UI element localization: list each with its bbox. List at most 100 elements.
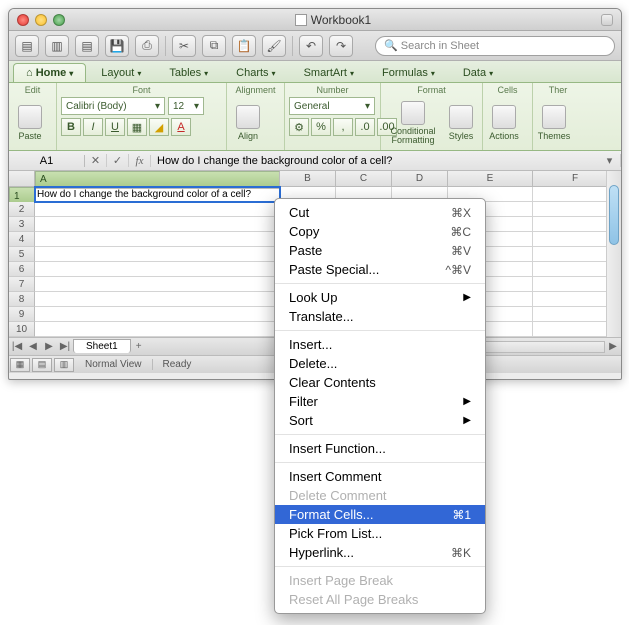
themes-button[interactable]: Themes xyxy=(537,100,571,146)
fx-button[interactable]: fx xyxy=(129,155,151,167)
open-recent-button[interactable]: ▤ xyxy=(75,35,99,57)
styles-button[interactable]: Styles xyxy=(444,100,478,146)
increase-decimal-button[interactable]: .0 xyxy=(355,118,375,136)
first-sheet-button[interactable]: |◀ xyxy=(9,341,25,352)
scrollbar-thumb[interactable] xyxy=(609,185,619,245)
cancel-formula-button[interactable]: ✕ xyxy=(85,154,107,167)
copy-button[interactable]: ⧉ xyxy=(202,35,226,57)
print-button[interactable]: ⎙ xyxy=(135,35,159,57)
menu-item-format-cells[interactable]: Format Cells...⌘1 xyxy=(275,505,485,524)
row-header[interactable]: 6 xyxy=(9,262,35,277)
last-sheet-button[interactable]: ▶| xyxy=(57,341,73,352)
cut-button[interactable]: ✂ xyxy=(172,35,196,57)
ribbon-tab-charts[interactable]: Charts▾ xyxy=(223,63,288,82)
bold-button[interactable]: B xyxy=(61,118,81,136)
currency-button[interactable]: ⚙ xyxy=(289,118,309,136)
menu-item-delete[interactable]: Delete... xyxy=(275,354,485,373)
cell[interactable]: How do I change the background color of … xyxy=(35,187,280,202)
new-button[interactable]: ▤ xyxy=(15,35,39,57)
conditional-formatting-button[interactable]: Conditional Formatting xyxy=(385,100,441,146)
search-input[interactable]: 🔍 Search in Sheet xyxy=(375,36,615,56)
row-header[interactable]: 5 xyxy=(9,247,35,262)
add-sheet-button[interactable]: + xyxy=(131,341,147,352)
actions-button[interactable]: Actions xyxy=(487,100,521,146)
menu-item-pick-from-list[interactable]: Pick From List... xyxy=(275,524,485,543)
cell[interactable] xyxy=(35,232,280,247)
border-button[interactable]: ▦ xyxy=(127,118,147,136)
expand-formula-button[interactable]: ▾ xyxy=(599,154,621,167)
ribbon-tab-formulas[interactable]: Formulas▾ xyxy=(369,63,448,82)
column-header[interactable]: D xyxy=(392,171,448,187)
select-all-corner[interactable] xyxy=(9,171,35,187)
row-header[interactable]: 4 xyxy=(9,232,35,247)
paste-big-button[interactable]: Paste xyxy=(13,100,47,146)
menu-item-paste-special[interactable]: Paste Special...^⌘V xyxy=(275,260,485,279)
fill-color-button[interactable]: ◢ xyxy=(149,118,169,136)
toolbar-toggle-button[interactable] xyxy=(601,14,613,26)
comma-button[interactable]: , xyxy=(333,118,353,136)
menu-item-clear-contents[interactable]: Clear Contents xyxy=(275,373,485,392)
cell[interactable] xyxy=(35,277,280,292)
font-size-select[interactable]: 12▾ xyxy=(168,97,204,115)
minimize-window-button[interactable] xyxy=(35,14,47,26)
prev-sheet-button[interactable]: ◀ xyxy=(25,341,41,352)
cell[interactable] xyxy=(35,307,280,322)
open-button[interactable]: ▥ xyxy=(45,35,69,57)
column-header[interactable]: C xyxy=(336,171,392,187)
cell[interactable] xyxy=(35,322,280,337)
menu-item-insert-function[interactable]: Insert Function... xyxy=(275,439,485,458)
column-header[interactable]: E xyxy=(448,171,533,187)
menu-item-cut[interactable]: Cut⌘X xyxy=(275,203,485,222)
next-sheet-button[interactable]: ▶ xyxy=(41,341,57,352)
zoom-window-button[interactable] xyxy=(53,14,65,26)
percent-button[interactable]: % xyxy=(311,118,331,136)
menu-item-sort[interactable]: Sort▶ xyxy=(275,411,485,430)
horizontal-scrollbar[interactable] xyxy=(485,341,605,353)
paste-button[interactable]: 📋 xyxy=(232,35,256,57)
cell[interactable] xyxy=(35,217,280,232)
italic-button[interactable]: I xyxy=(83,118,103,136)
formula-input[interactable]: How do I change the background color of … xyxy=(151,155,599,167)
ribbon-tab-data[interactable]: Data▾ xyxy=(450,63,506,82)
sheet-tab[interactable]: Sheet1 xyxy=(73,339,131,353)
menu-item-insert[interactable]: Insert... xyxy=(275,335,485,354)
row-header[interactable]: 9 xyxy=(9,307,35,322)
hscroll-right[interactable]: ▶ xyxy=(605,341,621,352)
ribbon-tab-tables[interactable]: Tables▾ xyxy=(156,63,221,82)
cell[interactable] xyxy=(35,247,280,262)
name-box[interactable]: A1 xyxy=(9,155,85,167)
align-button[interactable]: Align xyxy=(231,100,265,146)
accept-formula-button[interactable]: ✓ xyxy=(107,154,129,167)
save-button[interactable]: 💾 xyxy=(105,35,129,57)
menu-item-look-up[interactable]: Look Up▶ xyxy=(275,288,485,307)
cell[interactable] xyxy=(35,292,280,307)
ribbon-tab-layout[interactable]: Layout▾ xyxy=(88,63,154,82)
ribbon-tab-home[interactable]: ⌂ Home▾ xyxy=(13,63,86,82)
number-format-select[interactable]: General▾ xyxy=(289,97,375,115)
font-color-button[interactable]: A xyxy=(171,118,191,136)
normal-view-button[interactable]: ▦ xyxy=(10,358,30,372)
vertical-scrollbar[interactable] xyxy=(606,171,621,337)
row-header[interactable]: 7 xyxy=(9,277,35,292)
font-family-select[interactable]: Calibri (Body)▾ xyxy=(61,97,165,115)
redo-button[interactable]: ↷ xyxy=(329,35,353,57)
ribbon-tab-smartart[interactable]: SmartArt▾ xyxy=(291,63,367,82)
page-layout-view-button[interactable]: ▤ xyxy=(32,358,52,372)
menu-item-copy[interactable]: Copy⌘C xyxy=(275,222,485,241)
row-header[interactable]: 8 xyxy=(9,292,35,307)
row-header[interactable]: 3 xyxy=(9,217,35,232)
row-header[interactable]: 2 xyxy=(9,202,35,217)
menu-item-paste[interactable]: Paste⌘V xyxy=(275,241,485,260)
menu-item-translate[interactable]: Translate... xyxy=(275,307,485,326)
menu-item-filter[interactable]: Filter▶ xyxy=(275,392,485,411)
underline-button[interactable]: U xyxy=(105,118,125,136)
cell[interactable] xyxy=(35,202,280,217)
format-painter-button[interactable]: 🖌 xyxy=(262,35,286,57)
cell[interactable] xyxy=(35,262,280,277)
column-header[interactable]: B xyxy=(280,171,336,187)
undo-button[interactable]: ↶ xyxy=(299,35,323,57)
row-header[interactable]: 10 xyxy=(9,322,35,337)
menu-item-hyperlink[interactable]: Hyperlink...⌘K xyxy=(275,543,485,562)
close-window-button[interactable] xyxy=(17,14,29,26)
page-break-view-button[interactable]: ▥ xyxy=(54,358,74,372)
